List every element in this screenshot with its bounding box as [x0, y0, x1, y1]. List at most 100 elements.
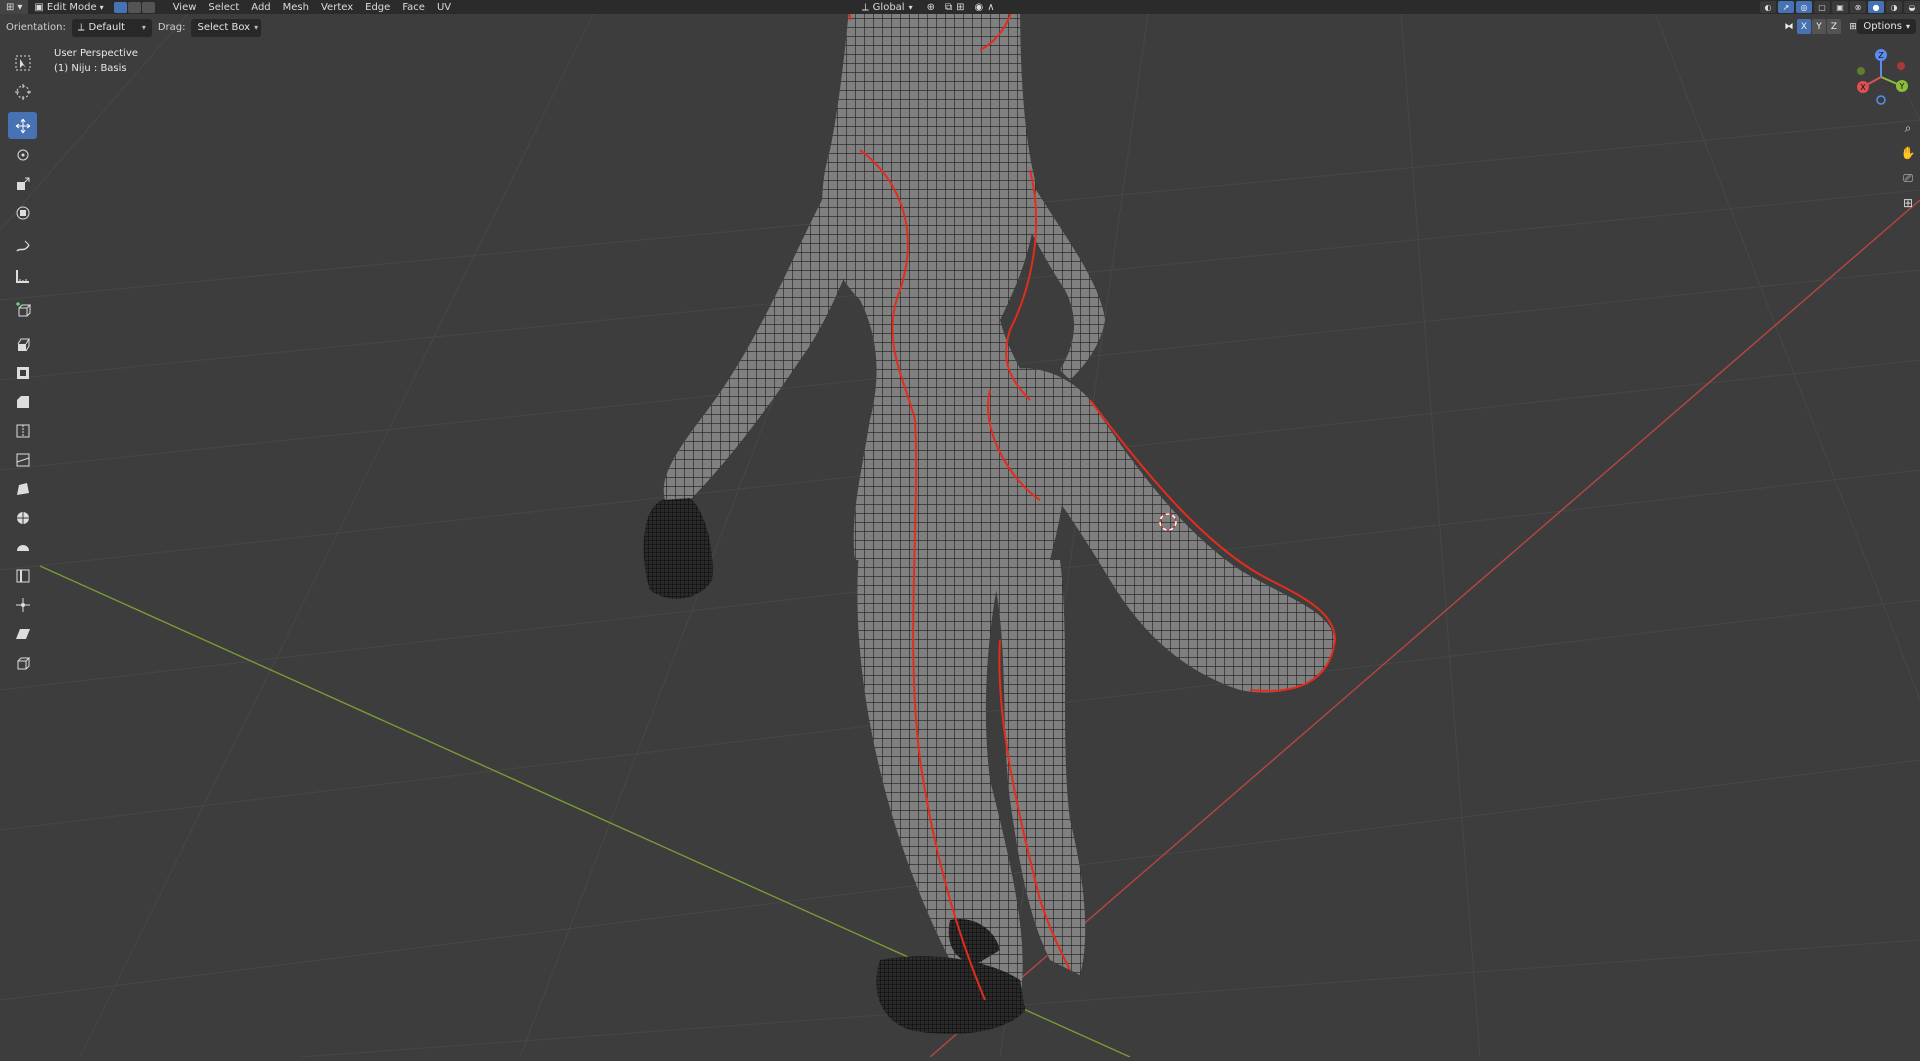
shear-icon — [15, 628, 30, 639]
loop-cut-tool[interactable] — [8, 417, 37, 444]
axis-gizmo: Z Y X — [1857, 49, 1908, 105]
knife-icon — [16, 453, 29, 466]
navigation-gizmo[interactable]: Z Y X — [1850, 46, 1912, 108]
drag-dropdown[interactable]: Select Box ▾ — [191, 18, 262, 37]
poly-build-icon — [16, 482, 29, 495]
mirror-x-button[interactable]: X — [1797, 19, 1811, 34]
gizmo-x-label: X — [1860, 83, 1866, 92]
gizmo-toggle-icon[interactable]: ↗ — [1778, 1, 1794, 13]
select-box-tool[interactable] — [8, 49, 37, 76]
orientation-value: Default — [88, 22, 126, 33]
cursor-tool[interactable] — [8, 78, 37, 105]
bevel-tool[interactable] — [8, 388, 37, 415]
edge-slide-tool[interactable] — [8, 562, 37, 589]
pan-hand-icon[interactable]: ✋ — [1898, 143, 1918, 163]
3d-viewport[interactable] — [0, 0, 1920, 1058]
shrink-fatten-tool[interactable] — [8, 591, 37, 618]
smooth-icon — [16, 544, 29, 551]
bevel-icon — [16, 395, 29, 408]
annotate-tool[interactable] — [8, 233, 37, 260]
inset-faces-tool[interactable] — [8, 359, 37, 386]
tool-shelf — [6, 48, 39, 677]
measure-icon — [15, 269, 29, 283]
spin-tool[interactable] — [8, 504, 37, 531]
face-select-button[interactable] — [141, 1, 155, 13]
extrude-icon — [17, 338, 30, 351]
loop-cut-icon — [16, 424, 29, 437]
snap-icon[interactable]: ⧉ — [945, 2, 952, 13]
visibility-icon[interactable]: ◐ — [1760, 1, 1776, 13]
select-mode-group — [113, 1, 155, 13]
xray-icon[interactable]: ▣ — [1832, 1, 1848, 13]
falloff-icon[interactable]: ∧ — [987, 2, 994, 13]
options-label: Options — [1863, 21, 1902, 32]
chevron-down-icon: ▾ — [908, 2, 913, 12]
mirror-axis-group: ⧓ X Y Z ⊞ — [1782, 19, 1860, 34]
viewport-canvas[interactable] — [0, 0, 1920, 1058]
rip-region-tool[interactable] — [8, 649, 37, 676]
scale-icon — [16, 177, 29, 190]
transform-tool[interactable] — [8, 199, 37, 226]
mirror-z-button[interactable]: Z — [1827, 19, 1841, 34]
add-cube-tool[interactable] — [8, 296, 37, 323]
mirror-y-button[interactable]: Y — [1812, 19, 1826, 34]
header-bar: ⊞ ▾ ▣ Edit Mode ▾ View Select Add Mesh Ve… — [0, 0, 1920, 14]
inset-icon — [16, 366, 29, 379]
transform-orientation-group: ⟂ Global ▾ ⊕ ⧉ ⊞ ◉ ∧ — [862, 0, 995, 14]
transform-icon — [16, 206, 29, 219]
mesh-edit-overlay-icon[interactable]: ▢ — [1814, 1, 1830, 13]
wireframe-shading-icon[interactable]: ⊗ — [1850, 1, 1866, 13]
move-tool[interactable] — [8, 112, 37, 139]
pivot-point-icon[interactable]: ⊕ — [927, 2, 935, 13]
rotate-icon — [17, 149, 28, 160]
extrude-region-tool[interactable] — [8, 330, 37, 357]
mirror-icon[interactable]: ⧓ — [1782, 19, 1796, 34]
solid-shading-icon[interactable]: ● — [1868, 1, 1884, 13]
menu-edge[interactable]: Edge — [359, 0, 396, 14]
vertex-select-button[interactable] — [113, 1, 127, 13]
shrink-fatten-icon — [15, 597, 30, 612]
menu-select[interactable]: Select — [202, 0, 245, 14]
edge-select-button[interactable] — [127, 1, 141, 13]
menu-face[interactable]: Face — [396, 0, 431, 14]
camera-view-icon[interactable]: ⎚ — [1898, 168, 1918, 188]
knife-tool[interactable] — [8, 446, 37, 473]
overlay-toggle-icon[interactable]: ◎ — [1796, 1, 1812, 13]
move-icon — [15, 118, 30, 133]
options-dropdown[interactable]: Options ▾ — [1857, 19, 1916, 34]
menu-vertex[interactable]: Vertex — [315, 0, 359, 14]
ortho-grid-icon[interactable]: ⊞ — [1898, 193, 1918, 213]
menu-uv[interactable]: UV — [431, 0, 457, 14]
orientation-label: Orientation: — [6, 22, 66, 33]
editor-type-button[interactable]: ⊞ ▾ — [0, 0, 29, 14]
mode-dropdown[interactable]: ▣ Edit Mode ▾ — [28, 0, 109, 14]
edit-mode-icon: ▣ — [34, 1, 44, 13]
perspective-label: User Perspective — [54, 48, 138, 59]
edge-slide-icon — [16, 569, 29, 582]
menu-view[interactable]: View — [167, 0, 203, 14]
mesh-object[interactable] — [0, 0, 1920, 1057]
transform-orientation-dropdown[interactable]: Global — [873, 2, 905, 13]
orientation-dropdown[interactable]: ⟂ Default ▾ — [71, 18, 152, 37]
zoom-icon[interactable]: ⌕ — [1898, 118, 1918, 138]
rotate-tool[interactable] — [8, 141, 37, 168]
poly-build-tool[interactable] — [8, 475, 37, 502]
cursor-icon — [14, 83, 31, 100]
scale-tool[interactable] — [8, 170, 37, 197]
gizmo-z-label: Z — [1878, 51, 1884, 60]
select-box-icon — [15, 55, 30, 70]
chevron-down-icon: ▾ — [254, 23, 259, 32]
object-info-label: (1) Niju : Basis — [54, 63, 127, 74]
viewport-info: User Perspective (1) Niju : Basis — [54, 46, 138, 76]
menu-mesh[interactable]: Mesh — [277, 0, 315, 14]
snap-increment-icon[interactable]: ⊞ — [956, 2, 964, 13]
chevron-down-icon: ▾ — [141, 23, 146, 32]
smooth-tool[interactable] — [8, 533, 37, 560]
material-shading-icon[interactable]: ◑ — [1886, 1, 1902, 13]
proportional-edit-icon[interactable]: ◉ — [975, 2, 984, 13]
menu-add[interactable]: Add — [245, 0, 276, 14]
rendered-shading-icon[interactable]: ◒ — [1904, 1, 1920, 13]
measure-tool[interactable] — [8, 262, 37, 289]
shear-tool[interactable] — [8, 620, 37, 647]
add-cube-icon — [15, 301, 31, 316]
